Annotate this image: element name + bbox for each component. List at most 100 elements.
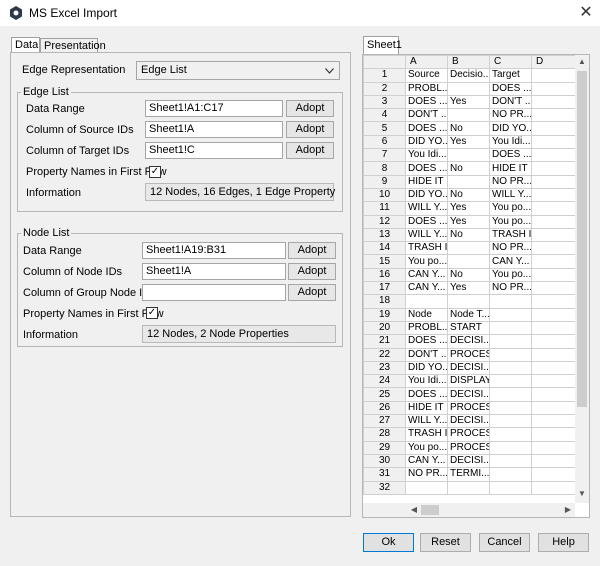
table-cell[interactable]: You Idi... (405, 374, 448, 389)
table-cell[interactable]: DECISI... (447, 334, 490, 349)
table-cell[interactable] (489, 400, 532, 416)
table-cell[interactable]: CAN Y... (405, 453, 448, 469)
edge-property-names-checkbox[interactable]: ✓ (149, 166, 161, 178)
table-cell[interactable]: You po... (489, 201, 532, 216)
table-cell[interactable] (447, 108, 490, 123)
table-cell[interactable] (489, 440, 532, 455)
table-cell[interactable]: Yes (447, 134, 490, 150)
column-header[interactable]: D (531, 55, 576, 70)
source-ids-adopt-button[interactable]: Adopt (286, 121, 334, 138)
table-cell[interactable]: DECISI... (447, 453, 490, 469)
horizontal-scroll-thumb[interactable] (421, 505, 439, 515)
table-cell[interactable]: DECISI... (447, 360, 490, 376)
row-header[interactable]: 28 (363, 427, 406, 442)
table-cell[interactable] (447, 174, 490, 189)
row-header[interactable]: 10 (363, 187, 406, 203)
table-cell[interactable]: HIDE IT (405, 400, 448, 416)
table-cell[interactable] (531, 81, 576, 96)
table-cell[interactable]: DOES ... (405, 94, 448, 110)
row-header[interactable]: 27 (363, 414, 406, 429)
scroll-right-button[interactable]: ▶ (561, 503, 575, 517)
table-cell[interactable]: NO PR... (489, 281, 532, 296)
table-cell[interactable] (531, 400, 576, 416)
table-cell[interactable] (489, 334, 532, 349)
node-data-range-field[interactable]: Sheet1!A19:B31 (142, 242, 286, 259)
table-cell[interactable]: CAN Y... (405, 281, 448, 296)
table-cell[interactable] (531, 68, 576, 83)
table-cell[interactable] (489, 374, 532, 389)
table-cell[interactable] (531, 480, 576, 495)
table-cell[interactable]: DOES ... (405, 387, 448, 402)
table-cell[interactable] (447, 294, 490, 309)
table-cell[interactable]: DECISI... (447, 414, 490, 429)
row-header[interactable]: 8 (363, 161, 406, 176)
table-cell[interactable]: Node T... (447, 307, 490, 322)
table-cell[interactable] (531, 148, 576, 163)
row-header[interactable]: 14 (363, 241, 406, 256)
table-cell[interactable] (531, 134, 576, 150)
row-header[interactable]: 29 (363, 440, 406, 455)
table-cell[interactable]: DID YO... (405, 187, 448, 203)
sheet-tab[interactable]: Sheet1 (363, 36, 402, 54)
node-data-range-adopt-button[interactable]: Adopt (288, 242, 336, 259)
table-cell[interactable]: DOES ... (405, 161, 448, 176)
row-header[interactable]: 21 (363, 334, 406, 349)
table-cell[interactable]: HIDE IT (405, 174, 448, 189)
table-cell[interactable] (489, 347, 532, 362)
table-cell[interactable]: You po... (489, 267, 532, 283)
row-header[interactable]: 1 (363, 68, 406, 83)
table-cell[interactable]: WILL Y... (405, 227, 448, 243)
table-cell[interactable]: You Idi... (489, 134, 532, 150)
table-cell[interactable]: DID YO... (405, 360, 448, 376)
table-cell[interactable]: You po... (489, 214, 532, 229)
table-cell[interactable] (489, 414, 532, 429)
table-cell[interactable] (489, 320, 532, 336)
table-cell[interactable] (447, 241, 490, 256)
table-cell[interactable]: You po... (405, 254, 448, 269)
tab-data[interactable]: Data (11, 37, 40, 53)
table-cell[interactable]: TRASH IT (405, 241, 448, 256)
table-cell[interactable] (531, 453, 576, 469)
table-cell[interactable] (531, 201, 576, 216)
row-header[interactable]: 7 (363, 148, 406, 163)
edge-data-range-field[interactable]: Sheet1!A1:C17 (145, 100, 283, 117)
table-cell[interactable]: WILL Y... (489, 187, 532, 203)
row-header[interactable]: 23 (363, 360, 406, 376)
table-cell[interactable]: WILL Y... (405, 201, 448, 216)
scroll-down-button[interactable]: ▼ (575, 487, 589, 501)
scroll-left-button[interactable]: ◀ (407, 503, 421, 517)
row-header[interactable]: 31 (363, 467, 406, 482)
group-ids-adopt-button[interactable]: Adopt (288, 284, 336, 301)
row-header[interactable]: 12 (363, 214, 406, 229)
table-cell[interactable] (405, 294, 448, 309)
table-cell[interactable]: Yes (447, 94, 490, 110)
table-cell[interactable] (447, 480, 490, 495)
table-cell[interactable] (531, 387, 576, 402)
table-cell[interactable] (531, 347, 576, 362)
table-cell[interactable]: PROCESS (447, 427, 490, 442)
table-cell[interactable]: DON'T ... (405, 108, 448, 123)
table-cell[interactable] (531, 108, 576, 123)
table-cell[interactable]: HIDE IT (489, 161, 532, 176)
table-cell[interactable] (531, 307, 576, 322)
table-cell[interactable] (489, 360, 532, 376)
target-ids-adopt-button[interactable]: Adopt (286, 142, 334, 159)
row-header[interactable]: 19 (363, 307, 406, 322)
table-cell[interactable] (489, 307, 532, 322)
row-header[interactable]: 9 (363, 174, 406, 189)
table-cell[interactable]: DON'T ... (405, 347, 448, 362)
row-header[interactable]: 24 (363, 374, 406, 389)
table-cell[interactable]: START (447, 320, 490, 336)
table-cell[interactable] (489, 427, 532, 442)
table-cell[interactable] (489, 480, 532, 495)
table-cell[interactable] (531, 267, 576, 283)
table-cell[interactable] (489, 453, 532, 469)
table-cell[interactable]: No (447, 121, 490, 136)
column-header[interactable]: A (405, 55, 448, 70)
table-cell[interactable]: Yes (447, 281, 490, 296)
table-cell[interactable] (531, 187, 576, 203)
row-header[interactable]: 16 (363, 267, 406, 283)
target-ids-field[interactable]: Sheet1!C (145, 142, 283, 159)
close-button[interactable]: ✕ (576, 3, 596, 23)
table-cell[interactable] (531, 414, 576, 429)
